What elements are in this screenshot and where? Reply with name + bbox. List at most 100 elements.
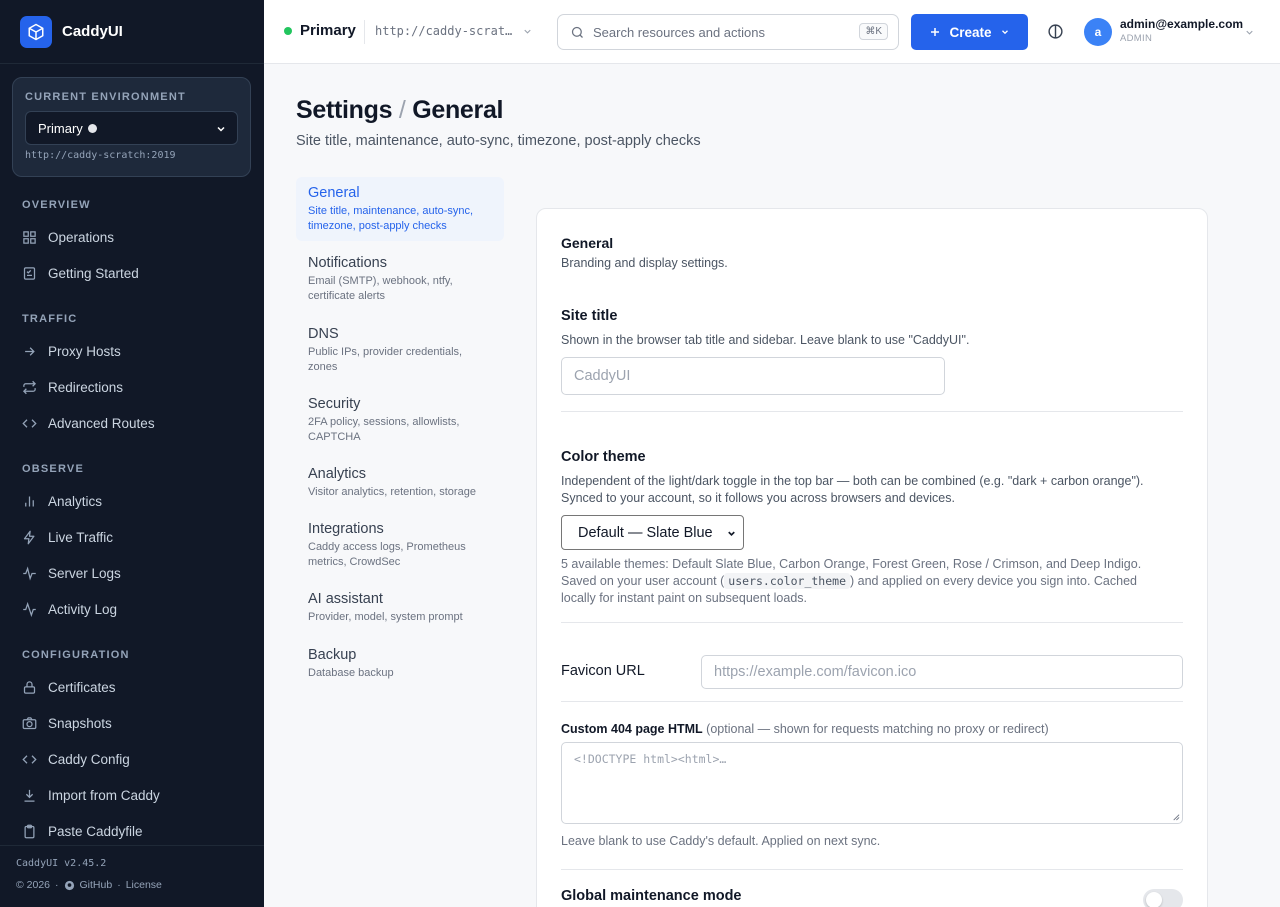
sidebar-item-operations[interactable]: Operations bbox=[22, 226, 114, 248]
sidebar-item-analytics[interactable]: Analytics bbox=[22, 490, 102, 512]
resize-handle-icon[interactable] bbox=[1171, 812, 1180, 821]
github-link[interactable]: GitHub bbox=[80, 879, 113, 891]
clipboard-icon bbox=[24, 824, 35, 838]
note-text: ) and applied on every device you sign i… bbox=[850, 574, 1137, 588]
sidebar-item-label: Analytics bbox=[48, 493, 103, 509]
settings-nav-backup[interactable]: Backup Database backup bbox=[296, 639, 504, 689]
custom-404-textarea[interactable]: <!DOCTYPE html><html>… bbox=[561, 742, 1183, 824]
code-icon bbox=[22, 418, 37, 428]
nav-section-overview: OVERVIEW bbox=[22, 199, 91, 211]
sidebar-item-advanced-routes[interactable]: Advanced Routes bbox=[22, 412, 155, 434]
custom-404-label: Custom 404 page HTML bbox=[561, 722, 703, 736]
page-title-sub: General bbox=[412, 96, 504, 124]
note-line: 5 available themes: Default Slate Blue, … bbox=[561, 557, 1142, 571]
environment-status[interactable]: Primary bbox=[284, 22, 356, 39]
settings-nav-dns[interactable]: DNS Public IPs, provider credentials, zo… bbox=[296, 318, 504, 383]
color-theme-select-value: Default — Slate Blue bbox=[578, 524, 713, 541]
divider bbox=[561, 701, 1183, 702]
topbar: Primary http://caddy-scrat… Search resou… bbox=[264, 0, 1280, 64]
sidebar-item-label: Live Traffic bbox=[48, 529, 114, 545]
site-title-label: Site title bbox=[561, 308, 618, 324]
settings-nav-ai-assistant[interactable]: AI assistant Provider, model, system pro… bbox=[296, 583, 504, 633]
sidebar-item-certificates[interactable]: Certificates bbox=[22, 676, 116, 698]
custom-404-placeholder: <!DOCTYPE html><html>… bbox=[574, 752, 727, 766]
page-title-separator: / bbox=[398, 96, 406, 124]
pulse-icon bbox=[23, 565, 36, 581]
color-theme-select[interactable]: Default — Slate Blue bbox=[561, 515, 744, 550]
settings-nav-analytics[interactable]: Analytics Visitor analytics, retention, … bbox=[296, 458, 504, 508]
color-theme-help: Independent of the light/dark toggle in … bbox=[561, 473, 1144, 507]
grid-icon bbox=[23, 230, 36, 244]
user-menu[interactable]: admin@example.com ADMIN bbox=[1120, 17, 1243, 44]
settings-nav-integrations[interactable]: Integrations Caddy access logs, Promethe… bbox=[296, 513, 504, 578]
footer-separator: · bbox=[117, 879, 121, 891]
user-role: ADMIN bbox=[1120, 33, 1153, 44]
sidebar-item-server-logs[interactable]: Server Logs bbox=[22, 562, 121, 584]
code-snippet: users.color_theme bbox=[724, 573, 850, 589]
brand[interactable]: CaddyUI bbox=[0, 0, 264, 64]
sidebar-item-live-traffic[interactable]: Live Traffic bbox=[22, 526, 113, 548]
sidebar-item-label: Operations bbox=[48, 229, 115, 245]
site-title-input[interactable]: CaddyUI bbox=[561, 357, 945, 395]
nav-section-configuration: CONFIGURATION bbox=[22, 649, 130, 661]
bar-chart-icon bbox=[25, 496, 34, 506]
footer-separator: · bbox=[55, 879, 59, 891]
sidebar-item-import-from-caddy[interactable]: Import from Caddy bbox=[22, 784, 160, 806]
chevron-down-icon bbox=[217, 126, 225, 132]
section-title: General bbox=[561, 235, 614, 251]
online-status-dot bbox=[284, 26, 292, 35]
license-link[interactable]: License bbox=[126, 879, 162, 891]
settings-nav-title: Integrations bbox=[308, 521, 384, 537]
settings-nav-title: Notifications bbox=[308, 255, 387, 271]
sidebar-item-redirections[interactable]: Redirections bbox=[22, 376, 123, 398]
help-line: Synced to your account, so it follows yo… bbox=[561, 491, 955, 505]
settings-nav-title: Analytics bbox=[308, 466, 367, 482]
sidebar-item-label: Snapshots bbox=[48, 715, 112, 731]
sidebar-item-label: Import from Caddy bbox=[48, 787, 160, 803]
search-icon bbox=[571, 26, 583, 38]
section-description: Branding and display settings. bbox=[561, 256, 728, 270]
settings-nav-title: Security bbox=[308, 396, 361, 412]
avatar[interactable]: a bbox=[1084, 18, 1112, 46]
theme-toggle-icon[interactable] bbox=[1047, 23, 1064, 40]
environment-url-dropdown[interactable]: http://caddy-scrat… bbox=[375, 24, 533, 38]
nav-section-observe: OBSERVE bbox=[22, 463, 84, 475]
settings-nav-general[interactable]: General Site title, maintenance, auto-sy… bbox=[296, 177, 504, 241]
plus-icon bbox=[931, 28, 940, 36]
arrow-right-icon bbox=[25, 346, 35, 356]
repeat-icon bbox=[22, 380, 37, 394]
page-title-main: Settings bbox=[296, 96, 393, 124]
sidebar-item-label: Server Logs bbox=[48, 565, 121, 581]
create-button[interactable]: Create bbox=[911, 14, 1028, 50]
chevron-down-icon bbox=[1001, 30, 1008, 35]
favicon-url-input[interactable]: https://example.com/favicon.ico bbox=[701, 655, 1183, 689]
search-input[interactable]: Search resources and actions ⌘K bbox=[557, 14, 899, 50]
environment-select[interactable]: Primary bbox=[25, 111, 238, 145]
color-theme-label: Color theme bbox=[561, 449, 646, 465]
settings-nav-notifications[interactable]: Notifications Email (SMTP), webhook, ntf… bbox=[296, 247, 504, 312]
download-icon bbox=[24, 789, 35, 802]
maintenance-toggle[interactable] bbox=[1143, 889, 1183, 907]
copyright: © 2026 bbox=[16, 879, 51, 891]
zap-icon bbox=[23, 530, 35, 544]
sidebar-item-paste-caddyfile[interactable]: Paste Caddyfile bbox=[22, 820, 143, 842]
divider bbox=[561, 622, 1183, 623]
nav-section-traffic: TRAFFIC bbox=[22, 313, 78, 325]
sidebar-item-snapshots[interactable]: Snapshots bbox=[22, 712, 112, 734]
sidebar-item-label: Proxy Hosts bbox=[48, 343, 121, 359]
settings-nav-desc: Site title, maintenance, auto-sync, time… bbox=[308, 205, 474, 232]
sidebar-item-caddy-config[interactable]: Caddy Config bbox=[22, 748, 130, 770]
sidebar-item-getting-started[interactable]: Getting Started bbox=[22, 262, 139, 284]
chevron-down-icon[interactable] bbox=[1244, 27, 1255, 38]
activity-icon bbox=[23, 601, 36, 617]
divider bbox=[364, 20, 365, 44]
sidebar-item-proxy-hosts[interactable]: Proxy Hosts bbox=[22, 340, 121, 362]
settings-nav-desc: Provider, model, system prompt bbox=[308, 611, 463, 623]
sidebar-item-activity-log[interactable]: Activity Log bbox=[22, 598, 117, 620]
search-placeholder: Search resources and actions bbox=[593, 24, 765, 40]
settings-nav-security[interactable]: Security 2FA policy, sessions, allowlist… bbox=[296, 388, 504, 453]
site-title-placeholder: CaddyUI bbox=[574, 368, 631, 384]
maintenance-label: Global maintenance mode bbox=[561, 888, 742, 904]
environment-name: Primary bbox=[300, 22, 356, 39]
divider bbox=[561, 869, 1183, 870]
